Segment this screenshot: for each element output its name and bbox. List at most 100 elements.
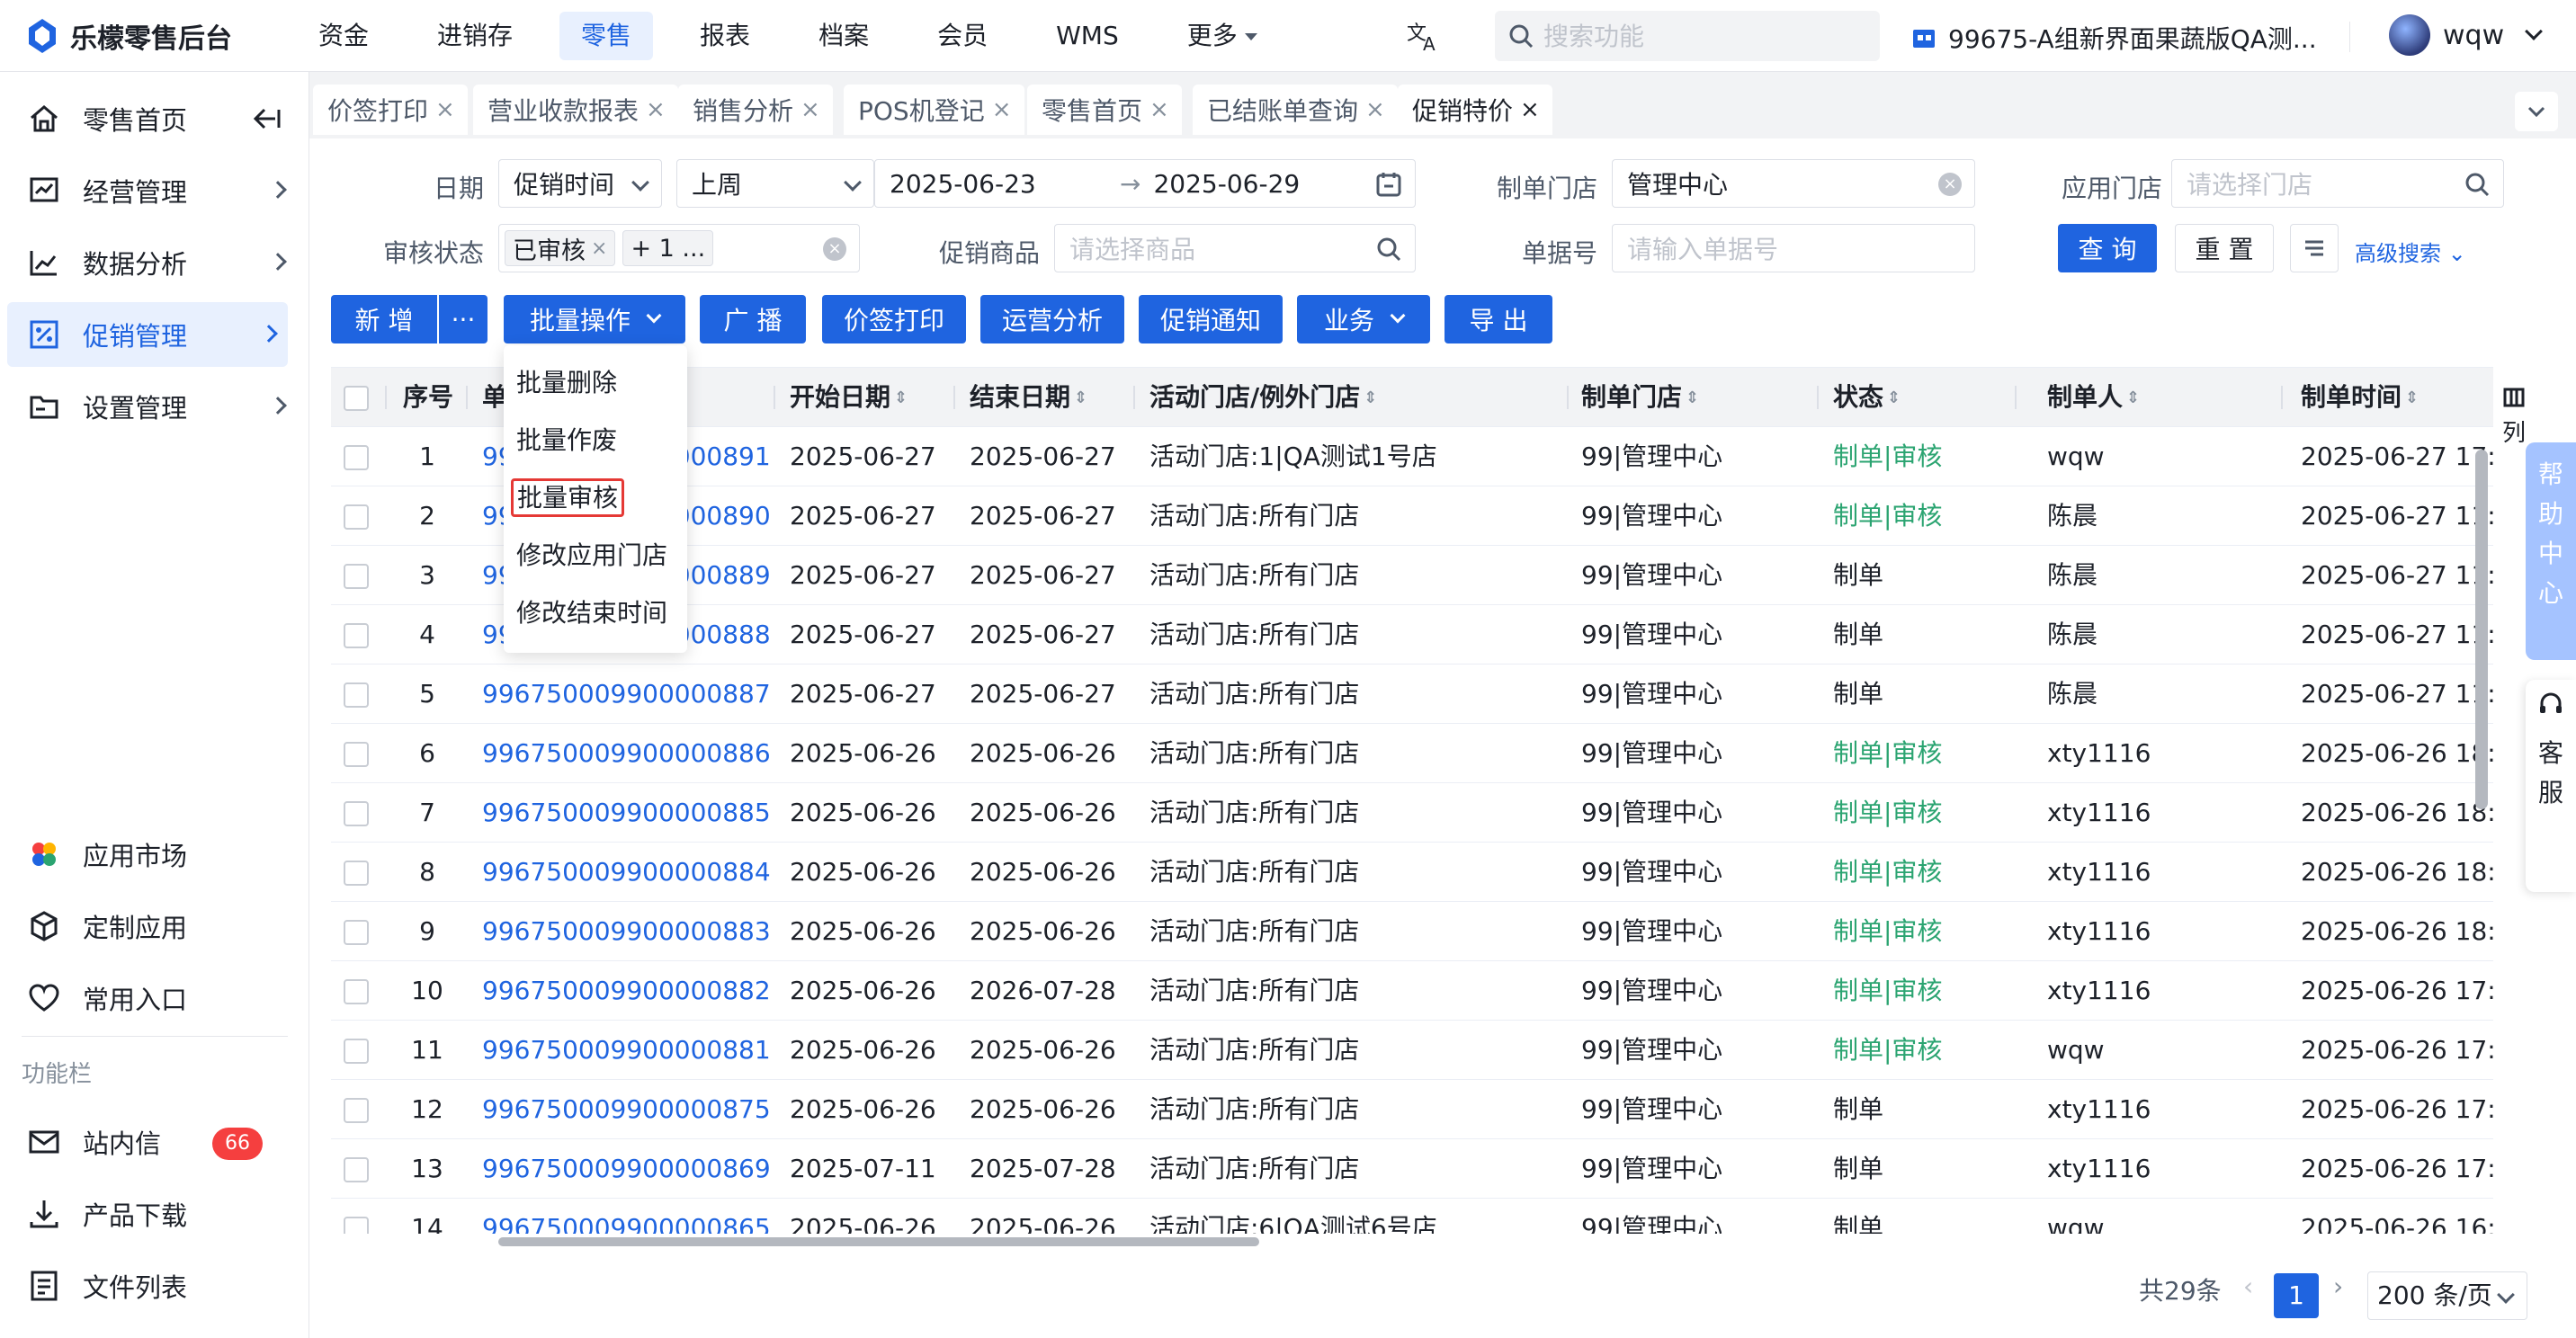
add-button[interactable]: 新 增 xyxy=(331,295,437,343)
clear-icon[interactable]: × xyxy=(1938,173,1962,196)
header-make-store[interactable]: 制单门店 ⇕ xyxy=(1581,368,1699,427)
sidebar-item-retail-home[interactable]: 零售首页 xyxy=(0,86,309,151)
close-icon[interactable]: × xyxy=(1365,96,1385,123)
sidebar-item-messages[interactable]: 站内信 66 xyxy=(0,1110,309,1174)
row-checkbox[interactable] xyxy=(344,801,369,826)
user-menu[interactable]: wqw xyxy=(2389,14,2544,56)
advanced-search-link[interactable]: 高级搜索 ⌄ xyxy=(2355,236,2466,267)
tab-price-label-print[interactable]: 价签打印 × xyxy=(313,85,468,135)
cell-doc-no[interactable]: 996750009900000883 xyxy=(482,902,770,961)
close-icon[interactable]: × xyxy=(591,237,607,260)
scrollbar-thumb[interactable] xyxy=(498,1237,1259,1246)
tab-list-toggle[interactable] xyxy=(2515,92,2558,131)
close-icon[interactable]: × xyxy=(801,96,820,123)
close-icon[interactable]: × xyxy=(646,96,666,123)
cell-doc-no[interactable]: 996750009900000869 xyxy=(482,1139,770,1199)
export-button[interactable]: 导 出 xyxy=(1445,295,1552,343)
header-end-date[interactable]: 结束日期 ⇕ xyxy=(970,368,1087,427)
row-checkbox[interactable] xyxy=(344,623,369,648)
collapse-sidebar-icon[interactable] xyxy=(248,103,284,135)
next-page-icon[interactable]: › xyxy=(2333,1271,2343,1301)
cell-doc-no[interactable]: 996750009900000884 xyxy=(482,843,770,902)
topnav-wms[interactable]: WMS xyxy=(1034,12,1140,60)
sidebar-item-file-list[interactable]: 文件列表 xyxy=(0,1253,309,1318)
sidebar-item-app-market[interactable]: 应用市场 xyxy=(0,822,309,887)
row-checkbox[interactable] xyxy=(344,682,369,708)
header-make-time[interactable]: 制单时间 ⇕ xyxy=(2301,368,2419,427)
column-settings-button[interactable]: 列 xyxy=(2500,387,2527,448)
tab-closed-bills[interactable]: 已结账单查询 × xyxy=(1193,85,1398,135)
row-checkbox[interactable] xyxy=(344,1157,369,1182)
menu-item-batch-void[interactable]: 批量作废 xyxy=(504,412,687,469)
promo-notice-button[interactable]: 促销通知 xyxy=(1139,295,1283,343)
menu-item-modify-end-time[interactable]: 修改结束时间 xyxy=(504,584,687,642)
sidebar-item-promotion[interactable]: 促销管理 xyxy=(7,302,288,367)
row-checkbox[interactable] xyxy=(344,861,369,886)
table-row[interactable]: 13 996750009900000869 2025-07-11 2025-07-28… xyxy=(331,1139,2493,1199)
row-checkbox[interactable] xyxy=(344,504,369,530)
tab-revenue-report[interactable]: 营业收款报表 × xyxy=(473,85,678,135)
close-icon[interactable]: × xyxy=(992,96,1012,123)
table-row[interactable]: 8 996750009900000884 2025-06-26 2025-06-26 活… xyxy=(331,843,2493,902)
date-preset-select[interactable]: 上周 xyxy=(676,159,874,208)
filter-layout-button[interactable] xyxy=(2290,224,2339,272)
batch-operation-button[interactable]: 批量操作 xyxy=(504,295,685,343)
cell-doc-no[interactable]: 996750009900000886 xyxy=(482,724,770,783)
make-store-select[interactable]: 管理中心 × xyxy=(1612,159,1975,208)
table-row[interactable]: 6 996750009900000886 2025-06-26 2025-06-26 活… xyxy=(331,724,2493,783)
table-horizontal-scrollbar[interactable] xyxy=(333,1232,2495,1250)
date-type-select[interactable]: 促销时间 xyxy=(498,159,662,208)
table-row[interactable]: 10 996750009900000882 2025-06-26 2026-07-28… xyxy=(331,961,2493,1021)
topnav-funds[interactable]: 资金 xyxy=(297,12,390,60)
close-icon[interactable]: × xyxy=(1149,96,1169,123)
topnav-member[interactable]: 会员 xyxy=(916,12,1009,60)
cell-doc-no[interactable]: 996750009900000875 xyxy=(482,1080,770,1139)
topnav-reports[interactable]: 报表 xyxy=(678,12,772,60)
tab-pos-register[interactable]: POS机登记 × xyxy=(844,85,1024,135)
table-row[interactable]: 11 996750009900000881 2025-06-26 2025-06-26… xyxy=(331,1021,2493,1080)
store-switcher[interactable]: 99675-A组新界面果蔬版QA测... xyxy=(1910,20,2317,56)
customer-service-button[interactable]: 客 服 xyxy=(2526,680,2576,892)
close-icon[interactable]: × xyxy=(435,96,455,123)
tab-sales-analysis[interactable]: 销售分析 × xyxy=(678,85,833,135)
translate-icon[interactable]: 文 A xyxy=(1405,18,1441,54)
header-maker[interactable]: 制单人 ⇕ xyxy=(2047,368,2140,427)
menu-item-batch-delete[interactable]: 批量删除 xyxy=(504,354,687,412)
select-all-checkbox[interactable] xyxy=(344,386,369,411)
tab-promo-special-price[interactable]: 促销特价 × xyxy=(1398,85,1552,135)
top-search-input[interactable] xyxy=(1543,21,1867,51)
reset-button[interactable]: 重 置 xyxy=(2175,224,2274,272)
close-icon[interactable]: × xyxy=(1520,96,1540,123)
table-row[interactable]: 7 996750009900000885 2025-06-26 2025-06-26 活… xyxy=(331,783,2493,843)
row-checkbox[interactable] xyxy=(344,742,369,767)
sidebar-item-downloads[interactable]: 产品下载 xyxy=(0,1182,309,1246)
business-button[interactable]: 业务 xyxy=(1297,295,1430,343)
apply-store-select[interactable]: 请选择门店 xyxy=(2171,159,2504,208)
menu-item-batch-audit[interactable]: 批量审核 xyxy=(504,469,687,527)
topnav-inventory[interactable]: 进销存 xyxy=(416,12,534,60)
header-start-date[interactable]: 开始日期 ⇕ xyxy=(790,368,908,427)
sidebar-item-business[interactable]: 经营管理 xyxy=(0,158,309,223)
cell-doc-no[interactable]: 996750009900000881 xyxy=(482,1021,770,1080)
topnav-archive[interactable]: 档案 xyxy=(797,12,890,60)
topnav-retail[interactable]: 零售 xyxy=(559,12,654,60)
row-checkbox[interactable] xyxy=(344,920,369,945)
clear-icon[interactable]: × xyxy=(823,237,846,261)
sidebar-item-custom-app[interactable]: 定制应用 xyxy=(0,894,309,959)
add-more-button[interactable]: ··· xyxy=(439,295,487,343)
query-button[interactable]: 查 询 xyxy=(2058,224,2157,272)
table-row[interactable]: 12 996750009900000875 2025-06-26 2025-06-26… xyxy=(331,1080,2493,1139)
sidebar-item-data-analysis[interactable]: 数据分析 xyxy=(0,230,309,295)
table-row[interactable]: 9 996750009900000883 2025-06-26 2025-06-26 活… xyxy=(331,902,2493,961)
header-status[interactable]: 状态 ⇕ xyxy=(1833,368,1901,427)
row-checkbox[interactable] xyxy=(344,1098,369,1123)
row-checkbox[interactable] xyxy=(344,445,369,470)
sidebar-item-favorites[interactable]: 常用入口 xyxy=(0,966,309,1030)
top-search-box[interactable] xyxy=(1495,11,1880,61)
doc-no-input[interactable]: 请输入单据号 xyxy=(1612,224,1975,272)
table-row[interactable]: 14 996750009900000865 2025-06-26 2025-06-26… xyxy=(331,1199,2493,1234)
broadcast-button[interactable]: 广 播 xyxy=(700,295,806,343)
menu-item-modify-apply-store[interactable]: 修改应用门店 xyxy=(504,527,687,584)
row-checkbox[interactable] xyxy=(344,564,369,589)
topnav-more[interactable]: 更多 xyxy=(1166,12,1279,60)
